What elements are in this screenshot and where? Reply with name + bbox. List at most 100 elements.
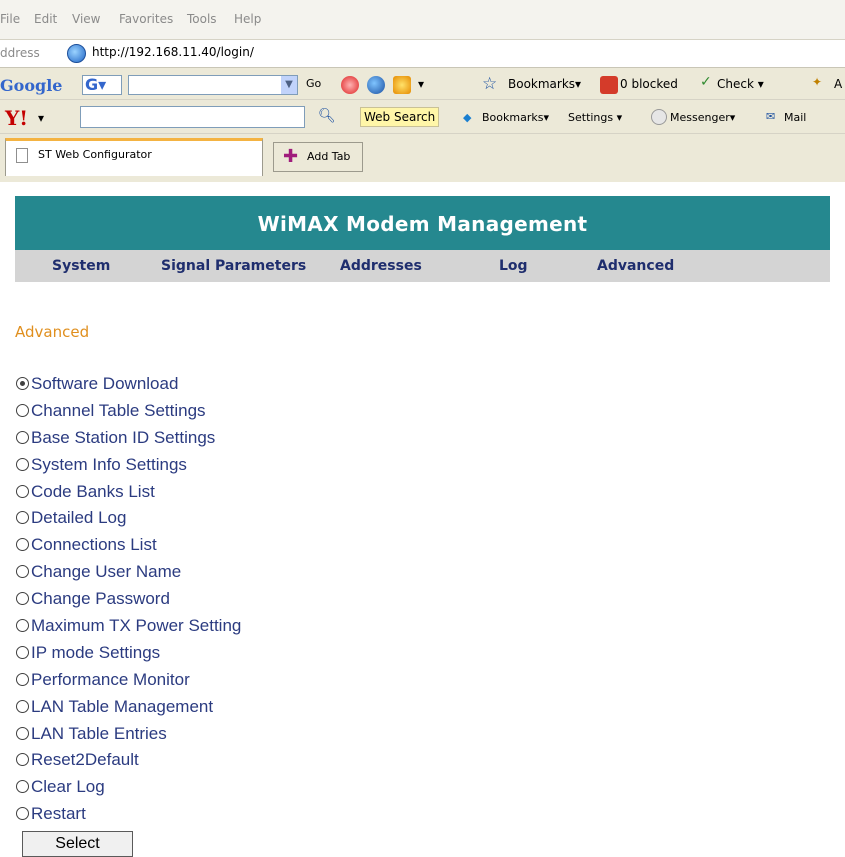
radio-button[interactable] <box>16 538 29 552</box>
option-label: Channel Table Settings <box>31 400 206 420</box>
chevron-down-icon[interactable]: ▼ <box>281 76 297 94</box>
menu-help[interactable]: Help <box>234 12 261 26</box>
option-change-user-name[interactable]: Change User Name <box>16 559 241 586</box>
radio-button[interactable] <box>16 807 29 821</box>
option-label: Connections List <box>31 535 157 555</box>
google-search-field[interactable]: ▼ <box>128 75 298 95</box>
menu-file[interactable]: File <box>0 12 20 26</box>
google-logo-text: Google <box>0 76 63 95</box>
radio-button[interactable] <box>16 457 29 471</box>
option-performance-monitor[interactable]: Performance Monitor <box>16 667 241 694</box>
option-label: Base Station ID Settings <box>31 427 216 447</box>
option-label: System Info Settings <box>31 454 187 474</box>
option-connections-list[interactable]: Connections List <box>16 532 241 559</box>
yahoo-bookmarks-button[interactable]: Bookmarks▾ <box>482 111 549 124</box>
option-label: Clear Log <box>31 777 105 797</box>
menu-favorites[interactable]: Favorites <box>119 12 173 26</box>
option-lan-table-entries[interactable]: LAN Table Entries <box>16 721 241 748</box>
chevron-down-icon[interactable]: ▾ <box>38 111 44 125</box>
mail-button[interactable]: Mail <box>784 111 806 124</box>
radio-button[interactable] <box>16 511 29 525</box>
option-lan-table-management[interactable]: LAN Table Management <box>16 694 241 721</box>
radio-button[interactable] <box>16 403 29 417</box>
radio-button[interactable] <box>16 430 29 444</box>
tab-label: ST Web Configurator <box>38 148 152 161</box>
option-channel-table-settings[interactable]: Channel Table Settings <box>16 398 241 425</box>
nav-advanced[interactable]: Advanced <box>597 258 674 274</box>
option-ip-mode-settings[interactable]: IP mode Settings <box>16 640 241 667</box>
option-label: Code Banks List <box>31 481 155 501</box>
radio-button[interactable] <box>16 645 29 659</box>
option-label: Restart <box>31 804 86 824</box>
menu-view[interactable]: View <box>72 12 100 26</box>
option-label: Detailed Log <box>31 508 127 528</box>
nav-system[interactable]: System <box>52 258 110 274</box>
url-field[interactable]: http://192.168.11.40/login/ <box>92 45 254 59</box>
yahoo-logo[interactable]: Y! <box>5 106 28 130</box>
google-logo: Google <box>0 76 62 95</box>
document-icon <box>16 148 28 163</box>
option-code-banks-list[interactable]: Code Banks List <box>16 479 241 506</box>
select-button[interactable]: Select <box>22 831 133 857</box>
radio-button[interactable] <box>16 592 29 606</box>
radio-button[interactable] <box>16 377 29 390</box>
web-search-button[interactable]: Web Search <box>360 107 440 127</box>
wand-icon[interactable]: ✦ <box>812 75 822 89</box>
option-clear-log[interactable]: Clear Log <box>16 774 241 801</box>
add-tab-button[interactable]: ✚ Add Tab <box>273 142 363 172</box>
yahoo-settings-button[interactable]: Settings ▾ <box>568 111 622 124</box>
messenger-icon[interactable] <box>651 109 667 125</box>
radio-button[interactable] <box>16 565 29 579</box>
google-go-button[interactable]: Go <box>306 77 321 90</box>
spellcheck-button[interactable]: Check ▾ <box>717 77 764 91</box>
address-label: ddress <box>0 46 40 60</box>
spellcheck-icon[interactable]: ✓ <box>700 74 712 90</box>
radio-button[interactable] <box>16 780 29 794</box>
pagerank-icon[interactable] <box>341 76 359 94</box>
google-g-button[interactable]: G▾ <box>82 75 122 95</box>
option-software-download[interactable]: Software Download <box>16 371 241 398</box>
google-bookmarks-button[interactable]: Bookmarks▾ <box>508 77 581 91</box>
messenger-button[interactable]: Messenger▾ <box>670 111 735 124</box>
star-icon[interactable]: ☆ <box>482 74 497 94</box>
option-change-password[interactable]: Change Password <box>16 586 241 613</box>
option-label: IP mode Settings <box>31 642 161 662</box>
autofill-icon[interactable] <box>393 76 411 94</box>
search-icon[interactable]: 🔍︎ <box>318 108 336 124</box>
browser-chrome: File Edit View Favorites Tools Help ddre… <box>0 0 845 182</box>
nav-addresses[interactable]: Addresses <box>340 258 422 274</box>
autolink-button[interactable]: A <box>834 77 842 91</box>
ie-page-icon <box>67 44 86 63</box>
bookmark-icon[interactable]: ◆ <box>463 111 471 124</box>
menu-edit[interactable]: Edit <box>34 12 57 26</box>
option-detailed-log[interactable]: Detailed Log <box>16 505 241 532</box>
radio-button[interactable] <box>16 484 29 498</box>
popup-blocker-icon[interactable] <box>600 76 618 94</box>
address-bar: ddress http://192.168.11.40/login/ <box>0 40 845 68</box>
option-base-station-id-settings[interactable]: Base Station ID Settings <box>16 425 241 452</box>
mail-icon[interactable]: ✉ <box>766 110 775 123</box>
popup-blocked-count[interactable]: 0 blocked <box>620 77 678 91</box>
radio-button[interactable] <box>16 753 29 767</box>
option-reset2default[interactable]: Reset2Default <box>16 747 241 774</box>
option-restart[interactable]: Restart <box>16 801 241 828</box>
option-label: Change Password <box>31 589 170 609</box>
radio-button[interactable] <box>16 672 29 686</box>
option-maximum-tx-power-setting[interactable]: Maximum TX Power Setting <box>16 613 241 640</box>
nav-signal-parameters[interactable]: Signal Parameters <box>161 258 306 274</box>
chevron-down-icon[interactable]: ▾ <box>418 77 424 91</box>
page-title: WiMAX Modem Management <box>257 212 588 236</box>
option-label: Performance Monitor <box>31 669 190 689</box>
add-tab-label: Add Tab <box>307 150 351 163</box>
radio-button[interactable] <box>16 726 29 740</box>
menu-tools[interactable]: Tools <box>187 12 217 26</box>
radio-button[interactable] <box>16 699 29 713</box>
yahoo-search-field[interactable] <box>80 106 305 128</box>
tab-st-web-configurator[interactable]: ST Web Configurator <box>5 138 263 176</box>
option-label: Maximum TX Power Setting <box>31 616 242 636</box>
nav-log[interactable]: Log <box>499 258 528 274</box>
option-label: LAN Table Management <box>31 696 214 716</box>
globe-icon[interactable] <box>367 76 385 94</box>
radio-button[interactable] <box>16 619 29 633</box>
option-system-info-settings[interactable]: System Info Settings <box>16 452 241 479</box>
